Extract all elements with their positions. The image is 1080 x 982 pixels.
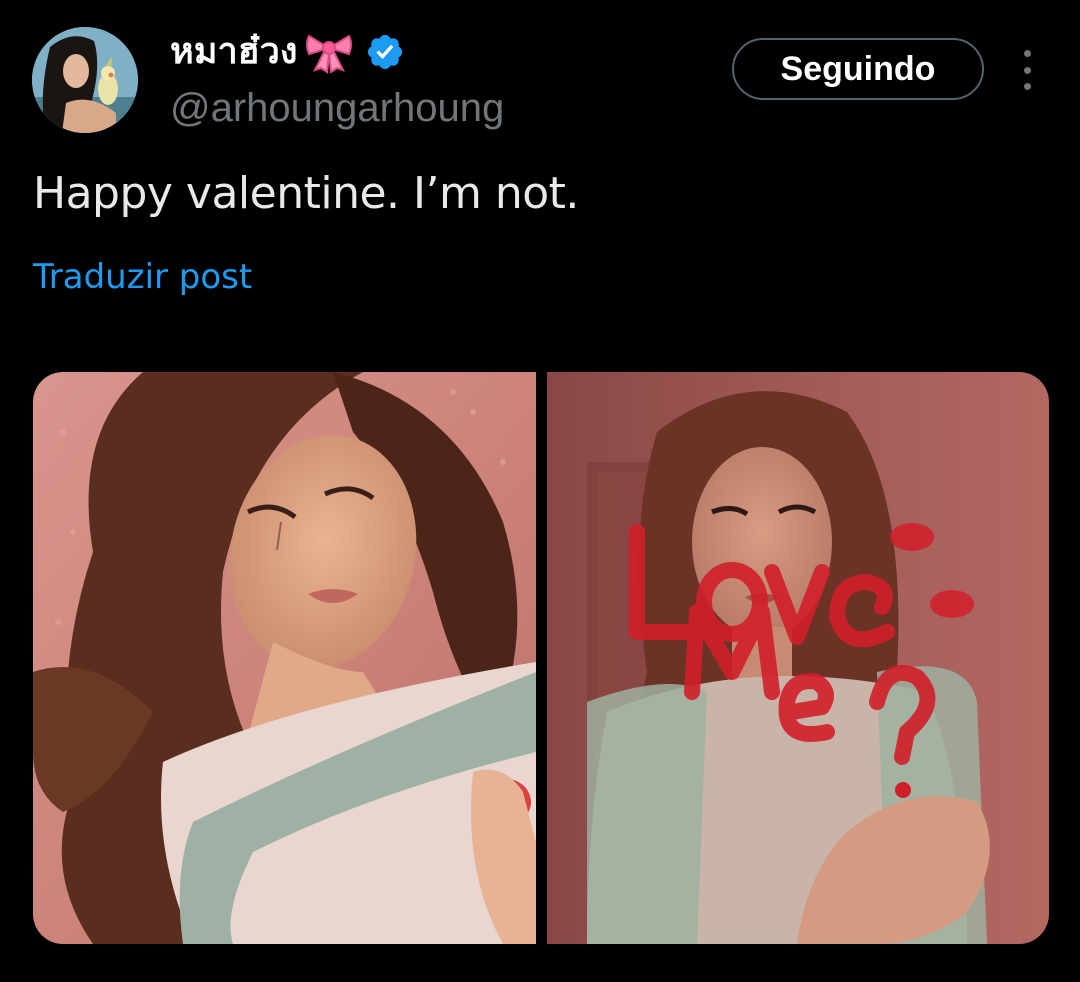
dot [1023, 83, 1031, 90]
dot [1023, 66, 1031, 74]
following-button[interactable]: Seguindo [732, 38, 984, 100]
verified-badge-icon [365, 32, 405, 72]
post-text: Happy valentine. I’m not. [33, 168, 579, 219]
dot [1023, 50, 1031, 57]
display-name[interactable]: หมาฮ๋วง [170, 30, 297, 74]
more-options-icon[interactable] [1010, 50, 1044, 90]
media-photo-1[interactable] [33, 372, 536, 944]
media-photo-2[interactable] [546, 372, 1050, 944]
translate-post-link[interactable]: Traduzir post [33, 255, 252, 299]
media-grid [33, 372, 1049, 944]
author-avatar[interactable] [32, 27, 138, 133]
post: หมาฮ๋วง @arhoungarhoung Seguindo Happy v… [0, 0, 1080, 982]
author-name-row: หมาฮ๋วง [170, 30, 405, 74]
ribbon-icon [303, 30, 355, 74]
author-handle[interactable]: @arhoungarhoung [170, 84, 504, 132]
